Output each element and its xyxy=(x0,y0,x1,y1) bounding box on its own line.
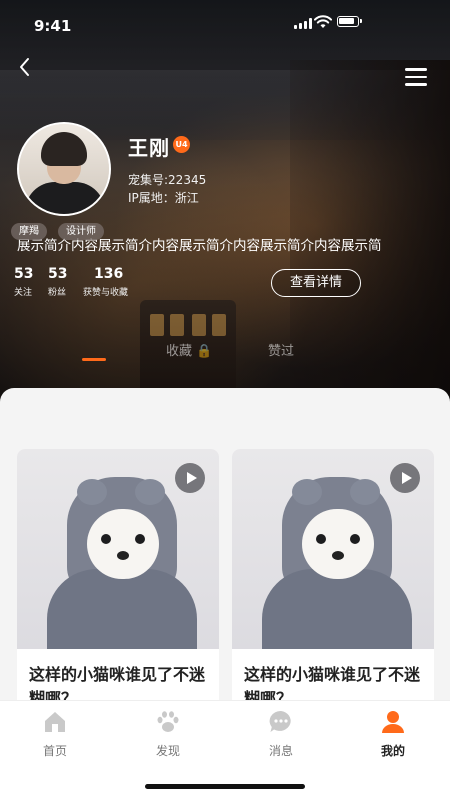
tab-liked[interactable]: 赞过 xyxy=(268,340,294,359)
status-time: 9:41 xyxy=(34,17,72,35)
stat-likes-value: 136 xyxy=(94,266,124,282)
stat-likes-label: 获赞与收藏 xyxy=(83,288,129,298)
stat-followers-value: 53 xyxy=(48,266,68,282)
view-details-button[interactable]: 查看详情 xyxy=(271,269,361,297)
home-indicator xyxy=(145,784,305,789)
nav-messages-label: 消息 xyxy=(268,744,293,758)
battery-icon xyxy=(337,16,362,27)
nav-me[interactable]: 我的 xyxy=(363,709,423,759)
avatar[interactable] xyxy=(17,122,111,216)
nav-home-label: 首页 xyxy=(42,744,67,758)
wifi-icon xyxy=(314,15,332,28)
stat-following-value: 53 xyxy=(14,266,34,282)
back-icon[interactable] xyxy=(14,56,36,78)
post-thumbnail xyxy=(232,449,434,649)
message-icon xyxy=(269,710,291,732)
post-thumbnail xyxy=(17,449,219,649)
nav-me-label: 我的 xyxy=(380,744,405,758)
tag-zodiac: 摩羯 xyxy=(11,223,47,240)
profile-icon xyxy=(382,711,404,733)
nav-home[interactable]: 首页 xyxy=(25,709,85,759)
stat-following-label: 关注 xyxy=(14,288,33,298)
pet-id: 宠集号:22345 xyxy=(128,173,207,187)
post-card[interactable]: 这样的小猫咪谁见了不迷糊哪？ xyxy=(232,449,434,719)
profile-name: 王刚 xyxy=(128,136,170,160)
stat-followers-label: 粉丝 xyxy=(48,288,67,298)
signal-icon xyxy=(294,18,312,29)
home-icon xyxy=(45,712,65,732)
post-card[interactable]: 这样的小猫咪谁见了不迷糊哪？ xyxy=(17,449,219,719)
status-bar: 9:41 xyxy=(0,0,450,48)
tag-occupation: 设计师 xyxy=(58,223,104,240)
stat-followers[interactable]: 53 粉丝 xyxy=(48,266,67,298)
stat-likes[interactable]: 136 获赞与收藏 xyxy=(83,266,128,298)
tab-favorites[interactable]: 收藏 🔒 xyxy=(166,340,212,359)
play-icon[interactable] xyxy=(390,463,420,493)
ip-location: IP属地：浙江 xyxy=(128,191,199,205)
menu-icon[interactable] xyxy=(405,68,431,88)
play-icon[interactable] xyxy=(175,463,205,493)
nav-messages[interactable]: 消息 xyxy=(251,709,311,759)
paw-icon xyxy=(157,711,179,732)
stat-following[interactable]: 53 关注 xyxy=(14,266,33,298)
active-tab-indicator xyxy=(82,358,106,361)
nav-discover-label: 发现 xyxy=(155,744,180,758)
nav-discover[interactable]: 发现 xyxy=(138,709,198,759)
level-badge: U4 xyxy=(173,136,190,153)
